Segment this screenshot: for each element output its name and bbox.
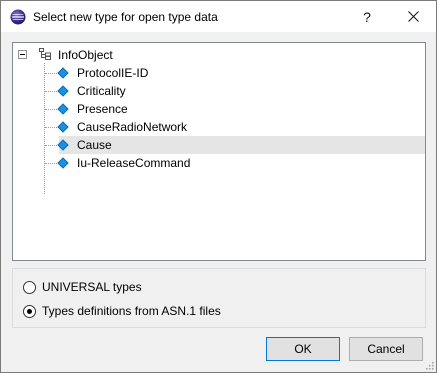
tree-item-label: Presence [77, 102, 128, 116]
tree-item-label: ProtocolIE-ID [77, 66, 149, 80]
tree-item[interactable]: Criticality [57, 82, 425, 100]
eclipse-app-icon [10, 9, 26, 25]
structure-icon [39, 48, 51, 60]
collapse-toggle-icon[interactable] [18, 50, 27, 59]
cancel-button-label: Cancel [367, 342, 405, 356]
tree-item-selected[interactable]: Cause [57, 136, 425, 154]
tree-item-label: Criticality [77, 84, 126, 98]
cancel-button[interactable]: Cancel [349, 337, 423, 361]
tree-item-label: Iu-ReleaseCommand [77, 156, 191, 170]
diamond-icon [57, 103, 69, 115]
help-button[interactable]: ? [344, 1, 390, 32]
title-bar[interactable]: Select new type for open type data ? [1, 1, 436, 32]
tree-root-label: InfoObject [58, 48, 113, 62]
radio-unchecked-icon[interactable] [23, 280, 36, 294]
resize-grip-icon[interactable] [424, 360, 434, 370]
diamond-icon [57, 85, 69, 97]
tree-item-label: Cause [77, 138, 112, 152]
universal-types-label: UNIVERSAL types [42, 280, 142, 294]
close-icon [407, 11, 419, 22]
window-title: Select new type for open type data [33, 10, 218, 24]
tree-root-item[interactable]: InfoObject [58, 46, 178, 64]
universal-types-radio[interactable]: UNIVERSAL types [23, 280, 142, 294]
diamond-icon [57, 139, 69, 151]
tree-item[interactable]: CauseRadioNetwork [57, 118, 425, 136]
tree-item-label: CauseRadioNetwork [77, 120, 188, 134]
tree-item[interactable]: ProtocolIE-ID [57, 64, 425, 82]
diamond-icon [57, 121, 69, 133]
diamond-icon [57, 157, 69, 169]
radio-checked-icon[interactable] [23, 304, 36, 318]
type-tree[interactable]: InfoObject ProtocolIE-ID Criticality Pre… [12, 42, 426, 261]
asn-types-radio[interactable]: Types definitions from ASN.1 files [23, 304, 221, 318]
dialog-window: Select new type for open type data ? Inf… [0, 0, 437, 373]
help-icon: ? [363, 8, 371, 25]
ok-button-label: OK [294, 342, 312, 356]
type-source-group: UNIVERSAL types Types definitions from A… [12, 268, 426, 328]
tree-connector-line [44, 63, 45, 194]
close-button[interactable] [390, 1, 436, 32]
tree-item[interactable]: Iu-ReleaseCommand [57, 154, 425, 172]
asn-types-label: Types definitions from ASN.1 files [42, 304, 221, 318]
diamond-icon [57, 67, 69, 79]
ok-button[interactable]: OK [266, 337, 340, 361]
tree-item[interactable]: Presence [57, 100, 425, 118]
